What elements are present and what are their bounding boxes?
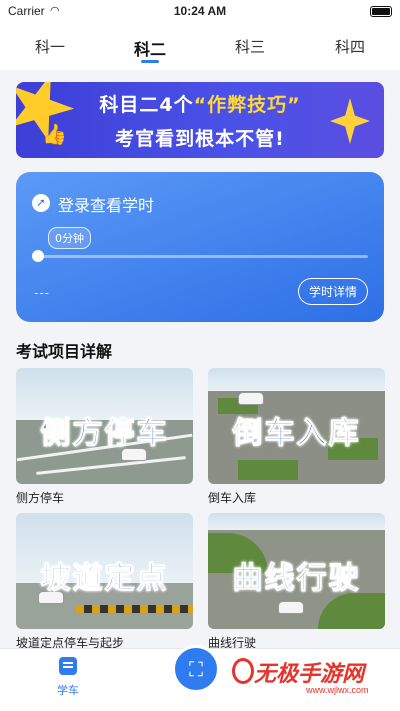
status-bar: Carrier ◠ 10:24 AM xyxy=(0,0,400,22)
nav-learn-driving[interactable]: 学车 xyxy=(50,657,86,698)
tab-subject-1[interactable]: 科一 xyxy=(0,22,100,70)
watermark-url: www.wjlwx.com xyxy=(306,685,369,695)
exam-item-hill-start[interactable]: 坡道定点 坡道定点停车与起步 xyxy=(16,513,193,651)
subject-tabs: 科一 科二 科三 科四 xyxy=(0,22,400,70)
promo-headline-highlight: “作弊技巧” xyxy=(193,94,301,116)
promo-subline: 考官看到根本不管! xyxy=(115,128,285,150)
exam-thumbnail: 倒车入库 xyxy=(208,368,385,484)
study-detail-button[interactable]: 学时详情 xyxy=(297,278,368,305)
rocket-icon: ➚ xyxy=(32,194,50,212)
exam-overlay-text: 曲线行驶 xyxy=(232,561,361,597)
hours-placeholder: --- xyxy=(34,286,50,300)
tab-subject-3[interactable]: 科三 xyxy=(200,22,300,70)
exam-thumbnail: 坡道定点 xyxy=(16,513,193,629)
scan-icon: ⛶ xyxy=(189,657,203,681)
exam-item-side-parking[interactable]: 侧方停车 侧方停车 xyxy=(16,368,193,506)
exam-label: 侧方停车 xyxy=(16,491,65,505)
tab-subject-4[interactable]: 科四 xyxy=(300,22,400,70)
exam-overlay-text: 侧方停车 xyxy=(40,416,169,452)
study-hours-card: ➚ 登录查看学时 0分钟 --- 学时详情 xyxy=(16,172,384,322)
exam-thumbnail: 侧方停车 xyxy=(16,368,193,484)
promo-headline: 科目二4个“作弊技巧” xyxy=(16,90,384,117)
promo-banner[interactable]: 👍 科目二4个“作弊技巧” 考官看到根本不管! xyxy=(16,82,384,158)
exam-item-reverse-parking[interactable]: 倒车入库 倒车入库 xyxy=(208,368,385,506)
scan-button[interactable]: ⛶ xyxy=(172,645,220,693)
site-watermark: 无极手游网 www.wjlwx.com xyxy=(232,656,392,700)
status-time: 10:24 AM xyxy=(173,4,227,18)
nav-learn-driving-label: 学车 xyxy=(57,684,79,697)
learn-driving-icon xyxy=(59,657,77,675)
watermark-text: 无极手游网 xyxy=(254,662,365,687)
login-link[interactable]: 登录查看学时 xyxy=(58,192,154,216)
study-progress-knob xyxy=(32,250,44,262)
study-progress-bar xyxy=(38,255,368,258)
minutes-badge: 0分钟 xyxy=(48,227,91,249)
tab-subject-2[interactable]: 科二 xyxy=(100,22,200,70)
exam-overlay-text: 坡道定点 xyxy=(40,561,169,597)
exam-label: 倒车入库 xyxy=(208,491,257,505)
exam-item-curve-driving[interactable]: 曲线行驶 曲线行驶 xyxy=(208,513,385,651)
section-title: 考试项目详解 xyxy=(16,342,113,361)
watermark-logo xyxy=(232,658,254,684)
battery-icon xyxy=(370,6,392,17)
exam-thumbnail: 曲线行驶 xyxy=(208,513,385,629)
exam-overlay-text: 倒车入库 xyxy=(232,416,361,452)
promo-headline-prefix: 科目二4个 xyxy=(99,94,194,116)
